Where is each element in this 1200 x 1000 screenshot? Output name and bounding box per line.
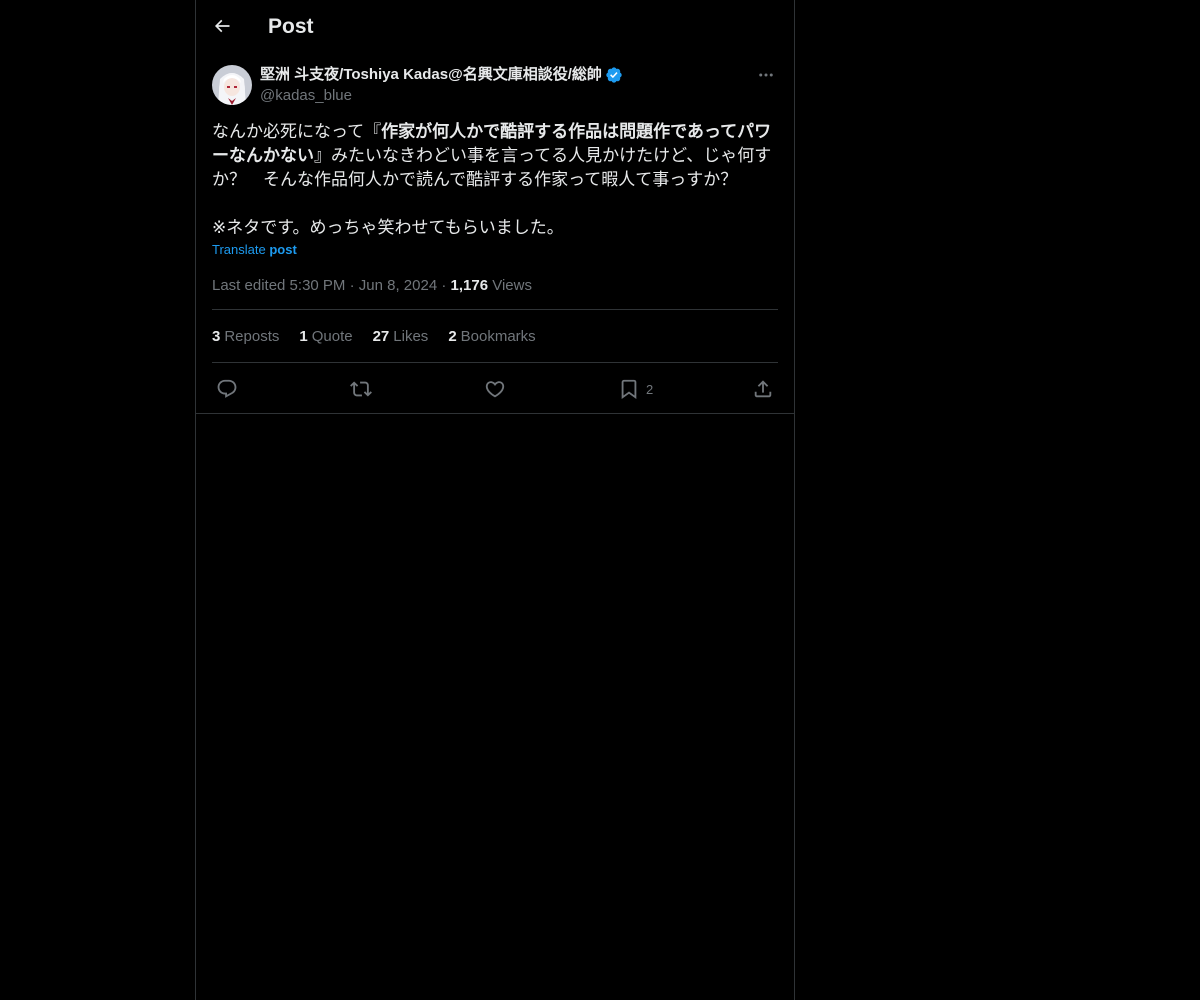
bookmark-count: 2 bbox=[646, 381, 654, 397]
stat-label: Likes bbox=[393, 327, 429, 345]
reply-icon bbox=[216, 378, 238, 400]
likes-stat[interactable]: 27 Likes bbox=[373, 328, 429, 345]
heart-icon bbox=[484, 378, 506, 400]
views-count: 1,176 bbox=[450, 277, 489, 294]
views-label: Views bbox=[492, 277, 532, 294]
author-names: 堅洲 斗支夜/Toshiya Kadas@名興文庫相談役/総帥 @kadas_b… bbox=[260, 64, 623, 106]
more-options-button[interactable] bbox=[754, 64, 778, 86]
stat-label: Quote bbox=[311, 327, 353, 345]
stat-label: Bookmarks bbox=[460, 327, 536, 345]
more-dots-icon bbox=[757, 66, 775, 84]
like-button[interactable] bbox=[484, 377, 506, 401]
verified-badge-icon bbox=[605, 66, 623, 84]
quotes-stat[interactable]: 1 Quote bbox=[299, 328, 352, 345]
stat-count: 2 bbox=[448, 327, 457, 345]
back-button[interactable] bbox=[204, 8, 240, 44]
post-date[interactable]: Jun 8, 2024 bbox=[359, 277, 437, 294]
page-title: Post bbox=[268, 15, 314, 38]
post-meta: Last edited 5:30 PM · Jun 8, 2024 · 1,17… bbox=[212, 276, 778, 310]
repost-button[interactable] bbox=[350, 377, 372, 401]
meta-separator: · bbox=[349, 277, 355, 294]
post-text-part1: なんか必死になって『 bbox=[212, 122, 382, 141]
page-header: Post bbox=[196, 0, 794, 53]
stat-label: Reposts bbox=[224, 327, 280, 345]
author-row: 堅洲 斗支夜/Toshiya Kadas@名興文庫相談役/総帥 @kadas_b… bbox=[212, 64, 778, 108]
share-icon bbox=[752, 378, 774, 400]
bookmark-button[interactable]: 2 bbox=[618, 377, 653, 401]
author-name-text: 堅洲 斗支夜/Toshiya Kadas@名興文庫相談役/総帥 bbox=[260, 66, 602, 83]
post-stats: 3 Reposts 1 Quote 27 Likes 2 Bookmarks bbox=[212, 310, 778, 363]
author-display-name[interactable]: 堅洲 斗支夜/Toshiya Kadas@名興文庫相談役/総帥 bbox=[260, 64, 623, 86]
action-bar: 2 bbox=[196, 365, 794, 414]
stat-count: 27 bbox=[372, 327, 390, 345]
translate-suffix: post bbox=[269, 242, 297, 257]
author-handle[interactable]: @kadas_blue bbox=[260, 86, 623, 106]
post-article: 堅洲 斗支夜/Toshiya Kadas@名興文庫相談役/総帥 @kadas_b… bbox=[212, 64, 778, 363]
post-text: なんか必死になって『作家が何人かで酷評する作品は問題作であってパワーなんかない』… bbox=[212, 120, 778, 240]
share-button[interactable] bbox=[752, 377, 774, 401]
reply-button[interactable] bbox=[216, 377, 238, 401]
edited-timestamp[interactable]: Last edited 5:30 PM bbox=[212, 277, 345, 294]
translate-post-link[interactable]: Translate post bbox=[212, 242, 778, 258]
stat-count: 1 bbox=[299, 327, 308, 345]
repost-icon bbox=[350, 378, 372, 400]
reposts-stat[interactable]: 3 Reposts bbox=[212, 328, 279, 345]
stat-count: 3 bbox=[212, 327, 221, 345]
translate-prefix: Translate bbox=[212, 242, 270, 257]
bookmarks-stat[interactable]: 2 Bookmarks bbox=[448, 328, 535, 345]
back-arrow-icon bbox=[212, 16, 232, 36]
post-column: Post 堅洲 斗支夜/Toshiya Kadas@名興文庫相談役/総帥 @ka… bbox=[195, 0, 795, 1000]
meta-separator: · bbox=[441, 277, 447, 294]
avatar[interactable] bbox=[212, 65, 252, 105]
bookmark-icon bbox=[618, 378, 640, 400]
